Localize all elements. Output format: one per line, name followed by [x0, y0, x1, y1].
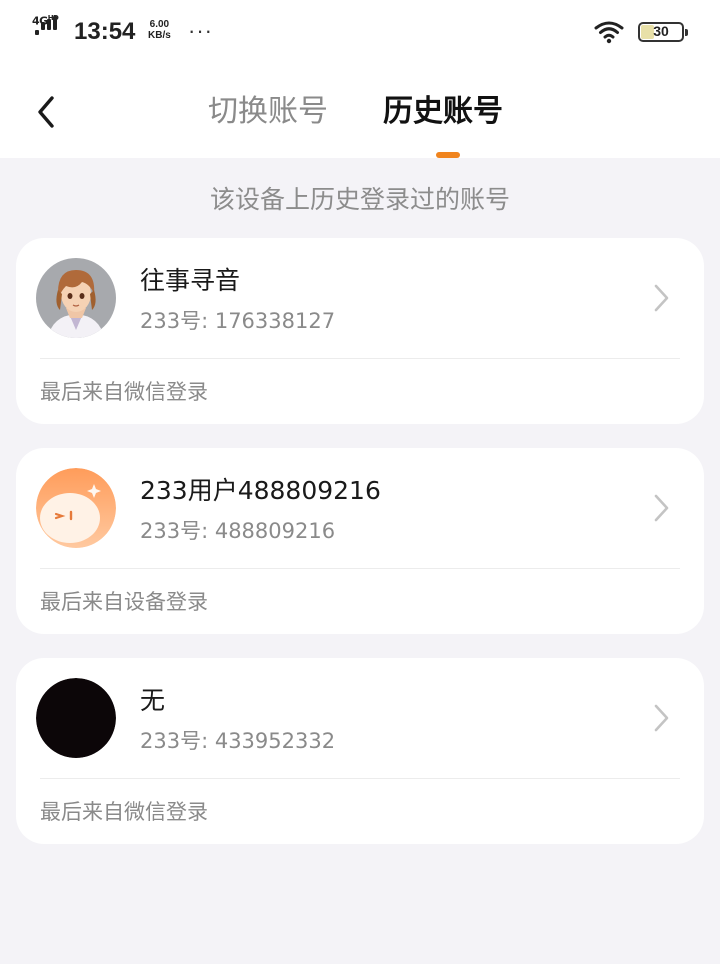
- last-login-source: 最后来自微信登录: [40, 800, 208, 824]
- status-bar: 4GHD 13:54 6.00 KB/s ··· 30: [0, 0, 720, 64]
- account-name: 无: [140, 686, 166, 715]
- black-avatar-icon: [36, 678, 116, 758]
- last-login-source: 最后来自设备登录: [40, 590, 208, 614]
- battery-icon: 30: [638, 22, 688, 42]
- avatar: [36, 468, 116, 548]
- account-card[interactable]: 往事寻音 233号: 176338127 最后来自微信登录: [16, 238, 704, 424]
- anime-character-avatar-icon: [36, 258, 116, 338]
- avatar: [36, 258, 116, 338]
- tab-history-account[interactable]: 历史账号: [383, 92, 503, 132]
- chevron-right-icon: [654, 494, 669, 522]
- account-id: 233号: 433952332: [140, 729, 336, 753]
- divider: [40, 568, 680, 569]
- wifi-icon: [594, 21, 624, 44]
- account-card[interactable]: 无 233号: 433952332 最后来自微信登录: [16, 658, 704, 844]
- network-speed: 6.00 KB/s: [148, 19, 171, 41]
- status-time: 13:54: [74, 18, 136, 45]
- account-card[interactable]: 233用户488809216 233号: 488809216 最后来自设备登录: [16, 448, 704, 634]
- account-name: 往事寻音: [140, 266, 241, 295]
- account-id: 233号: 176338127: [140, 309, 336, 333]
- divider: [40, 358, 680, 359]
- battery-level: 30: [653, 23, 669, 39]
- tab-switch-account[interactable]: 切换账号: [208, 92, 328, 132]
- account-id: 233号: 488809216: [140, 519, 336, 543]
- last-login-source: 最后来自微信登录: [40, 380, 208, 404]
- avatar: [36, 678, 116, 758]
- divider: [40, 778, 680, 779]
- chevron-right-icon: [654, 284, 669, 312]
- account-name: 233用户488809216: [140, 476, 381, 505]
- orange-mascot-avatar-icon: [36, 468, 116, 548]
- active-tab-indicator: [436, 152, 460, 158]
- back-arrow-icon[interactable]: [30, 92, 66, 132]
- chevron-right-icon: [654, 704, 669, 732]
- more-notifications-icon: ···: [188, 18, 213, 43]
- section-subtitle: 该设备上历史登录过的账号: [209, 185, 510, 214]
